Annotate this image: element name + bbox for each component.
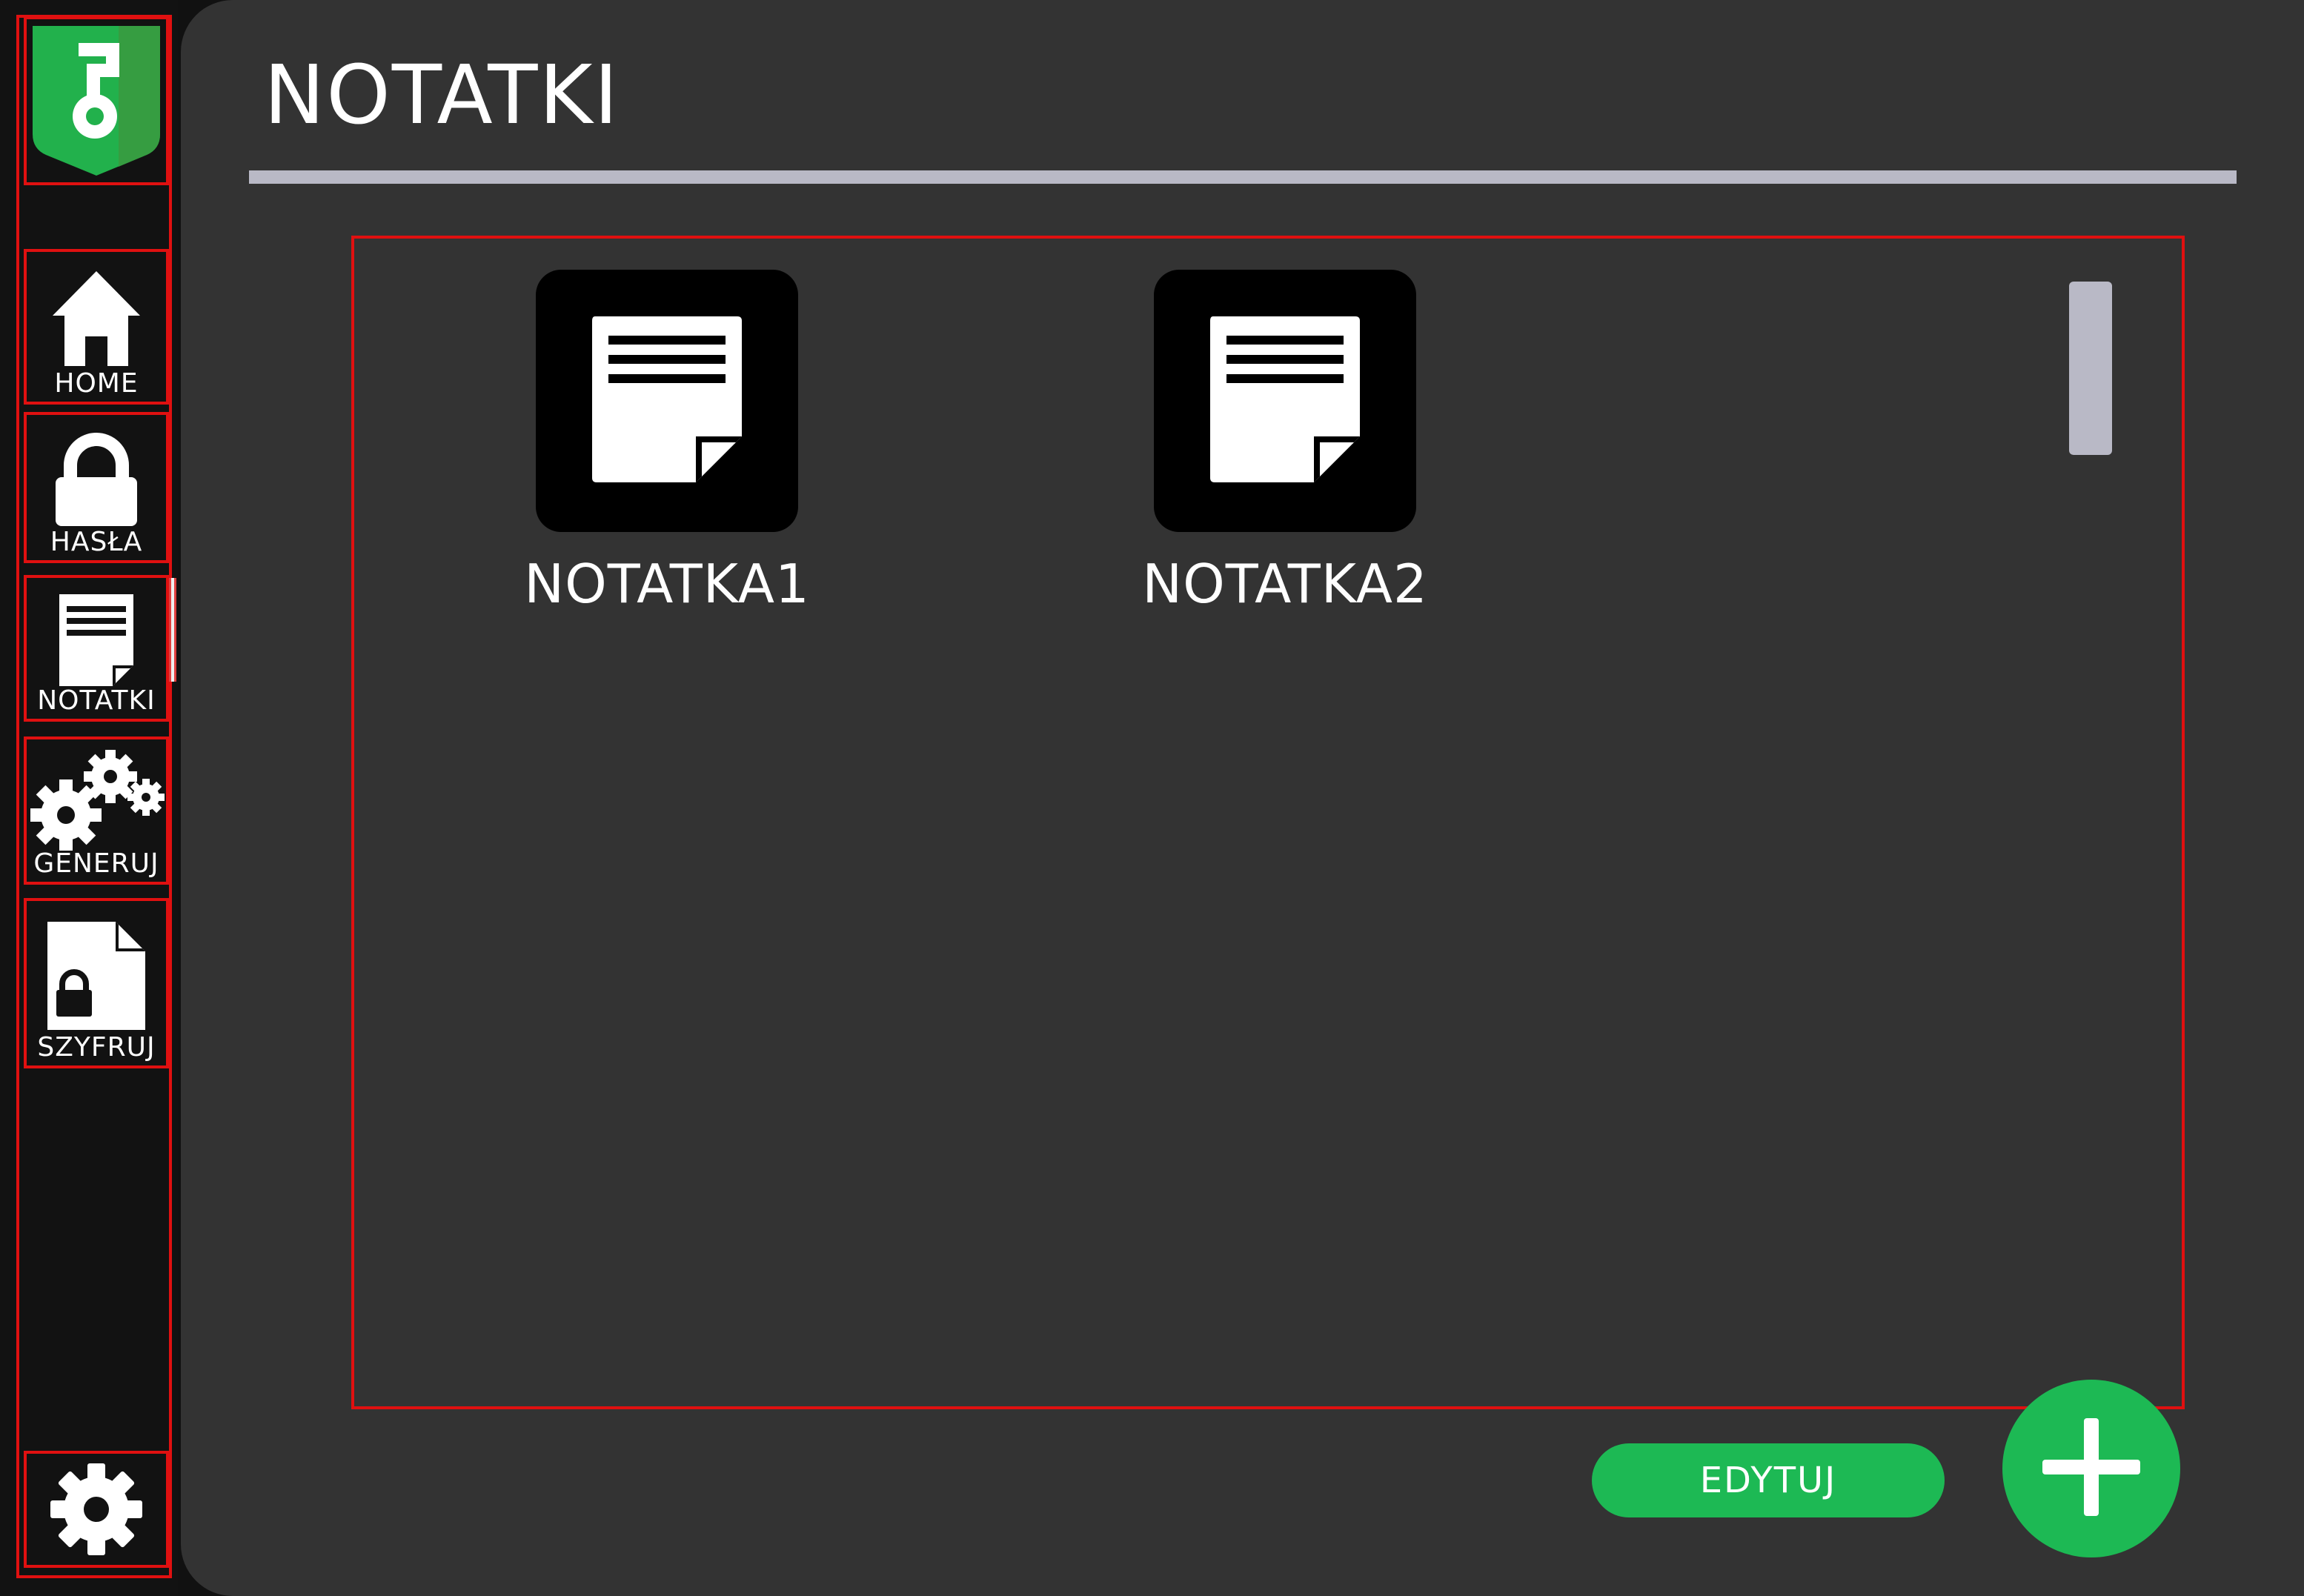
title-divider bbox=[249, 170, 2237, 184]
sidebar-item-label: HASŁA bbox=[50, 527, 143, 557]
sidebar-item-generate[interactable]: GENERUJ bbox=[24, 737, 169, 885]
page-title: NOTATKI bbox=[264, 47, 620, 142]
sidebar: HOME HASŁA NOTATKI GENERUJ SZYFRUJ bbox=[0, 0, 178, 1596]
note-icon bbox=[53, 591, 139, 688]
note-icon bbox=[1207, 313, 1363, 488]
plus-icon bbox=[2039, 1415, 2143, 1522]
note-tile[interactable] bbox=[1154, 270, 1416, 532]
add-note-button[interactable] bbox=[2002, 1380, 2180, 1557]
key-shield-logo-icon bbox=[30, 23, 163, 179]
note-label: NOTATKA1 bbox=[524, 553, 810, 615]
edit-button[interactable]: EDYTUJ bbox=[1592, 1443, 1945, 1517]
scrollbar-thumb[interactable] bbox=[2069, 282, 2112, 455]
note-item[interactable]: NOTATKA1 bbox=[511, 270, 823, 611]
sidebar-item-label: GENERUJ bbox=[33, 848, 159, 879]
sidebar-item-home[interactable]: HOME bbox=[24, 249, 169, 405]
note-item[interactable]: NOTATKA2 bbox=[1129, 270, 1441, 611]
app-window: HOME HASŁA NOTATKI GENERUJ SZYFRUJ NOTAT… bbox=[0, 0, 2304, 1596]
home-icon bbox=[48, 267, 145, 370]
encrypt-file-icon bbox=[44, 919, 148, 1034]
note-label: NOTATKA2 bbox=[1142, 553, 1428, 615]
sidebar-item-label: NOTATKI bbox=[37, 685, 156, 716]
sidebar-item-passwords[interactable]: HASŁA bbox=[24, 412, 169, 563]
lock-icon bbox=[48, 433, 145, 529]
notes-grid: NOTATKA1 NOTATKA2 bbox=[351, 236, 2185, 1409]
active-item-indicator bbox=[169, 578, 176, 682]
note-tile[interactable] bbox=[536, 270, 798, 532]
main-panel: NOTATKI NOTATKA1 NOTATKA2 EDYTUJ bbox=[181, 0, 2304, 1596]
note-icon bbox=[589, 313, 745, 488]
gears-icon bbox=[27, 747, 165, 851]
sidebar-item-label: HOME bbox=[54, 368, 139, 399]
settings-button[interactable] bbox=[24, 1451, 169, 1568]
app-logo[interactable] bbox=[24, 16, 169, 185]
sidebar-item-label: SZYFRUJ bbox=[37, 1032, 156, 1063]
sidebar-item-encrypt[interactable]: SZYFRUJ bbox=[24, 898, 169, 1068]
gear-icon bbox=[48, 1461, 145, 1557]
sidebar-item-notes[interactable]: NOTATKI bbox=[24, 575, 169, 722]
